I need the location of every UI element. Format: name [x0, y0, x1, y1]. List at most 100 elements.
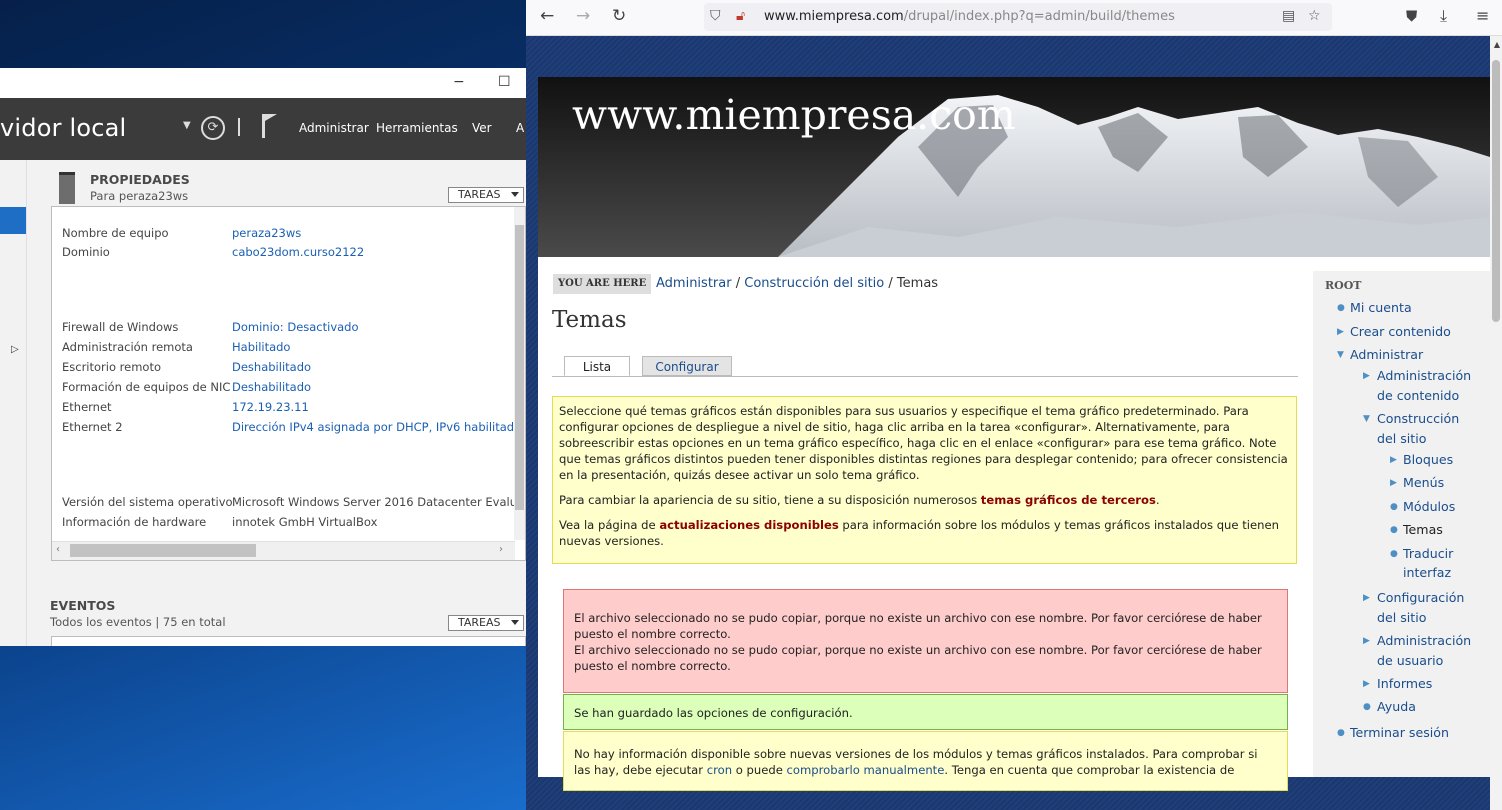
warning-text: o puede: [732, 763, 787, 777]
menu-herramientas[interactable]: Herramientas: [376, 121, 458, 135]
cron-link[interactable]: cron: [707, 763, 732, 777]
bookmark-star-icon[interactable]: ☆: [1308, 8, 1321, 24]
sidebar-item-menus[interactable]: Menús: [1403, 473, 1444, 493]
sidebar-item-terminar-sesion[interactable]: Terminar sesión: [1350, 723, 1449, 743]
property-value-link[interactable]: Deshabilitado: [232, 360, 311, 374]
sidebar-item-traducir-line2[interactable]: interfaz: [1403, 563, 1451, 583]
address-bar[interactable]: ⛉ 🔓︎ www.miempresa.com/drupal/index.php?…: [704, 3, 1332, 31]
available-updates-link[interactable]: actualizaciones disponibles: [659, 518, 838, 532]
tabs: Lista Configurar: [552, 356, 1298, 377]
property-value-link[interactable]: Dirección IPv4 asignada por DHCP, IPv6 h…: [232, 420, 521, 434]
breadcrumb-link-construccion[interactable]: Construcción del sitio: [744, 276, 884, 291]
error-line: El archivo seleccionado no se pudo copia…: [574, 643, 1262, 673]
url-text[interactable]: www.miempresa.com/drupal/index.php?q=adm…: [764, 9, 1175, 24]
sidebar-item-configuracion[interactable]: Configuración: [1377, 588, 1464, 608]
browser-toolbar: ← → ↻ ⛉ 🔓︎ www.miempresa.com/drupal/inde…: [526, 0, 1502, 36]
scroll-up-icon[interactable]: ▲: [1494, 40, 1500, 49]
notifications-flag-icon[interactable]: [262, 114, 277, 138]
minimize-button[interactable]: −: [453, 74, 465, 90]
tab-lista[interactable]: Lista: [564, 356, 630, 376]
menu-ver[interactable]: Ver: [472, 121, 492, 135]
sidebar-item-admin-contenido-line2[interactable]: de contenido: [1377, 386, 1459, 406]
shield-icon[interactable]: ⛉: [710, 8, 721, 24]
property-label: Administración remota: [62, 340, 193, 354]
server-manager-title: vidor local: [0, 114, 127, 142]
pocket-icon[interactable]: ⛊: [1406, 6, 1417, 26]
navigation-sidebar: ROOT ● Mi cuenta ▶ Crear contenido ▼ Adm…: [1313, 271, 1490, 777]
sidebar-item-construccion[interactable]: Construcción: [1377, 409, 1459, 429]
property-value-link[interactable]: Dominio: Desactivado: [232, 320, 359, 334]
server-icon: [59, 172, 75, 204]
property-label: Formación de equipos de NIC: [62, 380, 231, 394]
sidebar-item-modulos[interactable]: Módulos: [1403, 497, 1455, 517]
window-titlebar: − ☐: [0, 68, 526, 98]
events-heading: EVENTOS: [50, 598, 116, 613]
property-value-link[interactable]: Habilitado: [232, 340, 290, 354]
toolbar-separator: [238, 118, 240, 136]
bullet-icon: ●: [1390, 502, 1398, 512]
sidebar-item-construccion-line2[interactable]: del sitio: [1377, 429, 1426, 449]
sidebar-item-mi-cuenta[interactable]: Mi cuenta: [1350, 298, 1412, 318]
nav-item-selected[interactable]: [0, 207, 26, 234]
reload-icon[interactable]: ↻: [612, 6, 626, 26]
help-paragraph: Para cambiar la apariencia de su sitio, …: [559, 492, 1290, 508]
tab-configurar[interactable]: Configurar: [642, 356, 732, 376]
dropdown-arrow-icon[interactable]: ▼: [183, 120, 191, 131]
sidebar-title: ROOT: [1325, 279, 1362, 292]
menu-administrar[interactable]: Administrar: [299, 121, 369, 135]
breadcrumb-current: Temas: [896, 276, 939, 291]
bullet-icon: ●: [1337, 303, 1345, 313]
browser-window: ← → ↻ ⛉ 🔓︎ www.miempresa.com/drupal/inde…: [526, 0, 1502, 810]
scrollbar-thumb[interactable]: [70, 544, 256, 557]
menu-ayuda[interactable]: A: [516, 121, 524, 135]
expand-arrow-icon[interactable]: ▷: [11, 344, 19, 355]
property-label: Versión del sistema operativo: [62, 495, 233, 509]
sidebar-item-admin-contenido[interactable]: Administración: [1377, 366, 1471, 386]
site-name[interactable]: www.miempresa.com: [572, 91, 1016, 139]
sidebar-item-ayuda[interactable]: Ayuda: [1377, 697, 1416, 717]
property-label: Escritorio remoto: [62, 360, 161, 374]
maximize-button[interactable]: ☐: [498, 74, 511, 90]
back-icon[interactable]: ←: [540, 6, 554, 26]
property-label: Firewall de Windows: [62, 320, 179, 334]
sidebar-item-admin-usuario-line2[interactable]: de usuario: [1377, 651, 1443, 671]
sidebar-item-administrar[interactable]: Administrar: [1350, 345, 1423, 365]
refresh-icon[interactable]: ⟳: [201, 116, 225, 140]
breadcrumb-link-administrar[interactable]: Administrar: [656, 276, 732, 291]
downloads-icon[interactable]: ⤓: [1440, 6, 1447, 26]
sidebar-item-admin-usuario[interactable]: Administración: [1377, 631, 1471, 651]
property-value-link[interactable]: Deshabilitado: [232, 380, 311, 394]
url-host: www.miempresa.com: [764, 9, 904, 24]
insecure-lock-icon[interactable]: 🔓︎: [736, 8, 745, 24]
reader-view-icon[interactable]: ▤: [1282, 8, 1295, 24]
expand-arrow-icon: ▶: [1390, 455, 1397, 465]
property-value-link[interactable]: 172.19.23.11: [232, 400, 309, 414]
check-manually-link[interactable]: comprobarlo manualmente: [787, 763, 945, 777]
scroll-left-icon[interactable]: ‹: [56, 544, 60, 555]
bullet-icon: ●: [1337, 728, 1345, 738]
server-manager-main: PROPIEDADES Para peraza23ws TAREAS Nombr…: [27, 160, 526, 646]
events-panel: [51, 636, 526, 646]
page-vertical-scrollbar[interactable]: ▲: [1490, 36, 1502, 810]
property-value-link[interactable]: peraza23ws: [232, 226, 301, 240]
events-tasks-dropdown[interactable]: TAREAS: [448, 615, 524, 631]
properties-tasks-dropdown[interactable]: TAREAS: [448, 187, 524, 203]
page-title: Temas: [552, 307, 627, 333]
forward-icon[interactable]: →: [576, 6, 590, 26]
third-party-themes-link[interactable]: temas gráficos de terceros: [981, 493, 1156, 507]
sidebar-item-informes[interactable]: Informes: [1377, 674, 1432, 694]
sidebar-item-configuracion-line2[interactable]: del sitio: [1377, 608, 1426, 628]
scroll-right-icon[interactable]: ›: [499, 544, 503, 555]
sidebar-item-temas[interactable]: Temas: [1403, 520, 1443, 540]
help-text: Vea la página de: [559, 518, 660, 532]
scrollbar-thumb[interactable]: [1492, 60, 1500, 322]
sidebar-item-crear-contenido[interactable]: Crear contenido: [1350, 322, 1451, 342]
menu-hamburger-icon[interactable]: ≡: [1476, 6, 1489, 26]
properties-horizontal-scrollbar[interactable]: ‹ ›: [52, 541, 515, 560]
sidebar-item-bloques[interactable]: Bloques: [1403, 450, 1453, 470]
sidebar-item-traducir[interactable]: Traducir: [1403, 544, 1453, 564]
scrollbar-thumb[interactable]: [515, 225, 524, 510]
warning-text: . Tenga en cuenta que comprobar la exist…: [944, 763, 1235, 777]
property-value-link[interactable]: cabo23dom.curso2122: [232, 245, 364, 259]
properties-vertical-scrollbar[interactable]: [514, 207, 525, 540]
